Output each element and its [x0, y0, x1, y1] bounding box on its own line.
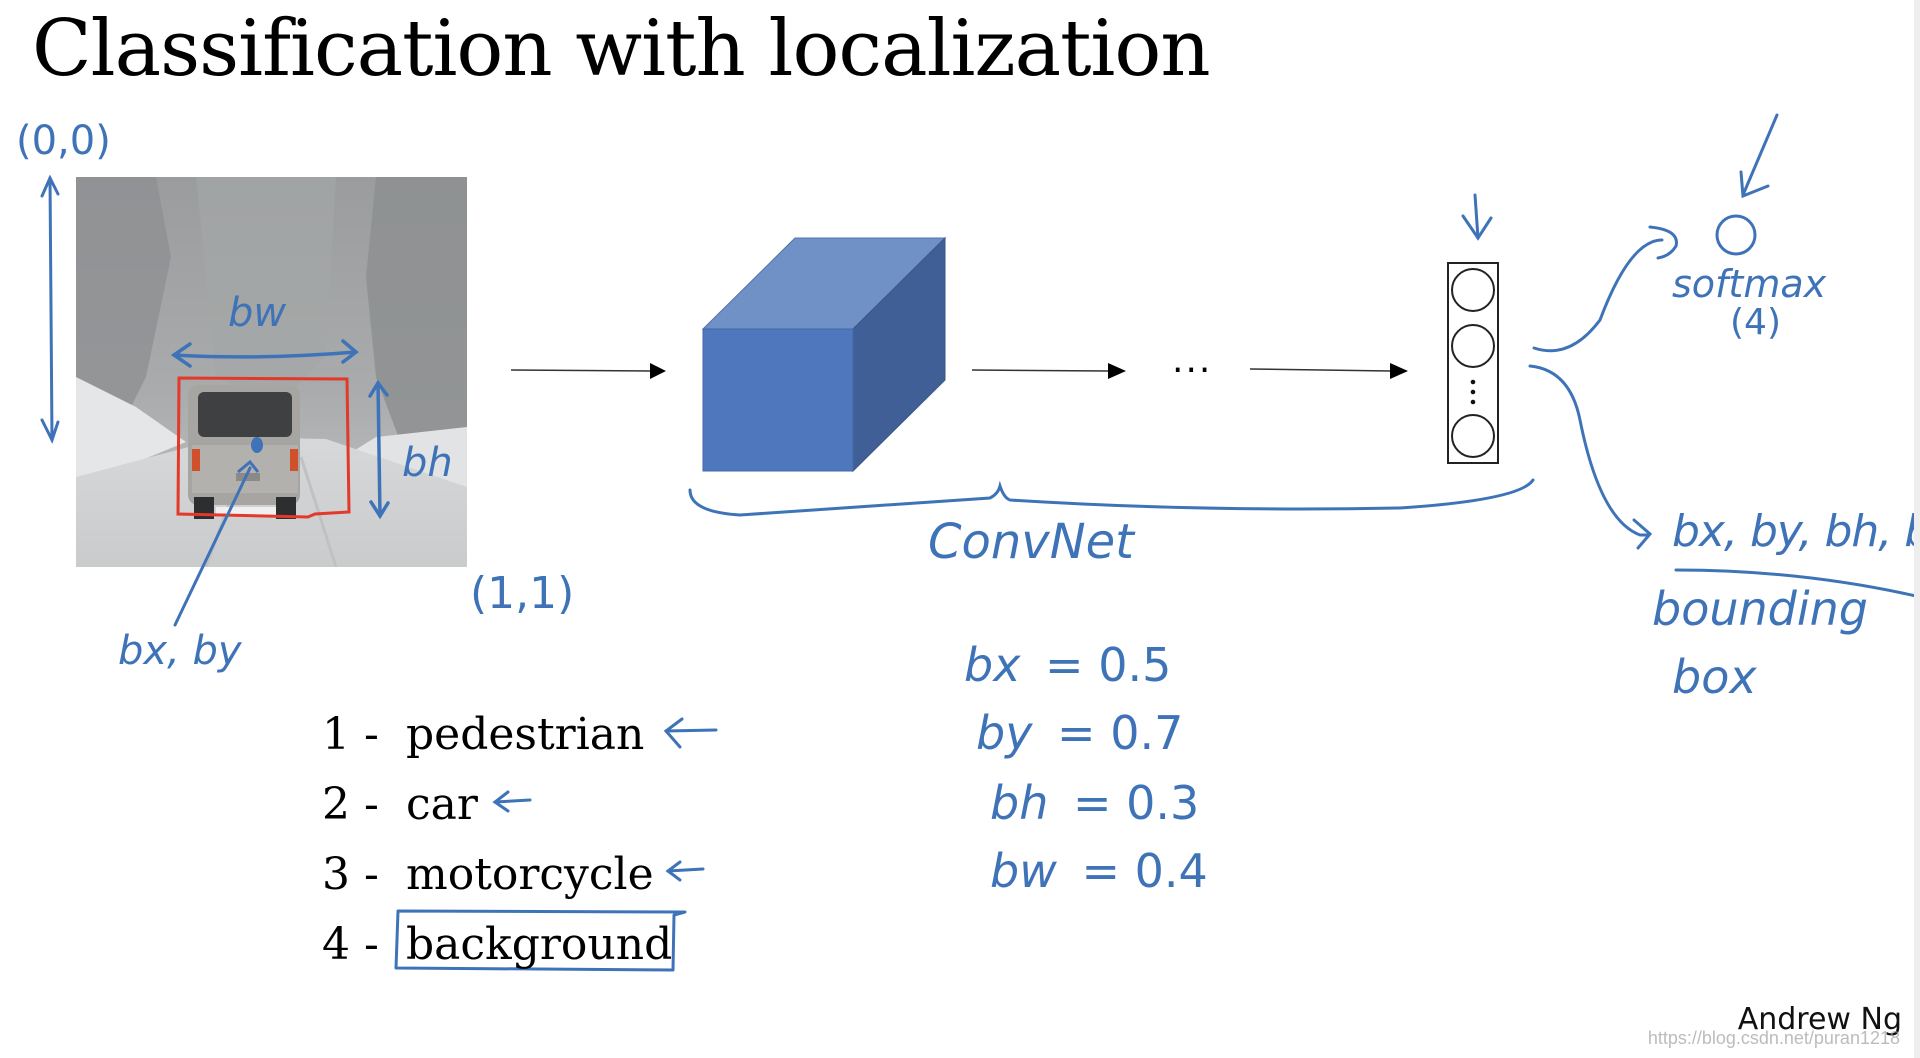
network-ellipsis: ...	[1172, 340, 1213, 381]
fc-layer-box	[1447, 262, 1499, 464]
conv-volume-cube	[701, 236, 947, 473]
class-item: 2 - car	[322, 770, 672, 840]
bbox-value-row: bw = 0.4	[990, 844, 1208, 898]
slide-right-edge	[1914, 0, 1920, 1058]
convnet-label: ConvNet	[928, 514, 1134, 570]
bbox-value-row: bx = 0.5	[964, 638, 1182, 692]
class-item: 3 - motorcycle	[322, 840, 672, 910]
bbox-values: bx = 0.5 by = 0.7 bh = 0.3 bw = 0.4	[964, 638, 1208, 898]
fc-layer	[1447, 262, 1499, 464]
bbox-value-row: bh = 0.3	[990, 776, 1208, 830]
class-number: 3 -	[322, 849, 379, 900]
bbox-value-label: by	[976, 706, 1033, 760]
class-list: 1 - pedestrian 2 - car 3 - motorcycle 4 - ba…	[322, 700, 672, 980]
vertical-axis-arrow	[40, 174, 60, 444]
class-item: 1 - pedestrian	[322, 700, 672, 770]
fc-down-arrow	[1461, 193, 1493, 241]
bbox-value-label: bx	[964, 638, 1021, 692]
fc-to-bbox-curve	[1528, 364, 1653, 550]
center-pointer-line	[173, 466, 252, 627]
arrow-cube-to-ellipsis	[971, 363, 1126, 379]
arrow-ellipsis-to-fc	[1249, 363, 1408, 379]
height-arrow	[368, 379, 390, 520]
center-label: bx, by	[118, 628, 242, 674]
pedestrian-arrow	[664, 728, 718, 733]
softmax-pointer-arrow	[1739, 113, 1779, 199]
class-name: pedestrian	[406, 709, 645, 760]
cube-front-face	[702, 328, 854, 472]
bbox-value-label: bw	[990, 844, 1057, 898]
origin-label: (0,0)	[16, 118, 111, 164]
bbox-params: bx, by, bh, bw	[1672, 506, 1920, 557]
class-number: 2 -	[322, 779, 379, 830]
bbox-value-row: by = 0.7	[976, 706, 1194, 760]
arrow-image-to-cube	[510, 363, 666, 379]
bbox-value-eq: = 0.4	[1081, 844, 1208, 898]
bounding-box-red	[176, 376, 351, 519]
class-name: background	[406, 919, 673, 970]
height-label: bh	[402, 440, 453, 486]
center-point	[251, 437, 263, 453]
fc-neuron	[1451, 268, 1495, 312]
motorcycle-arrow	[666, 867, 705, 873]
class-item: 4 - background	[322, 910, 672, 980]
class-name: motorcycle	[406, 849, 654, 900]
bbox-value-label: bh	[990, 776, 1049, 830]
softmax-output-node	[1715, 214, 1757, 256]
width-arrow	[170, 339, 359, 368]
class-number: 4 -	[322, 919, 379, 970]
watermark-url: https://blog.csdn.net/puran1218	[1647, 1028, 1900, 1048]
width-label: bw	[228, 290, 287, 336]
bbox-value-eq: = 0.3	[1072, 776, 1200, 830]
class-number: 1 -	[322, 709, 379, 760]
bbox-value-eq: = 0.7	[1057, 706, 1184, 760]
bbox-value-eq: = 0.5	[1045, 638, 1172, 692]
softmax-count: (4)	[1730, 302, 1781, 343]
class-name: car	[406, 779, 478, 830]
bbox-label-line1: bounding	[1652, 582, 1868, 636]
fc-to-softmax-curve	[1532, 225, 1678, 353]
softmax-label: softmax	[1672, 262, 1827, 306]
bbox-label-line2: box	[1672, 650, 1757, 704]
fc-neuron	[1451, 414, 1495, 458]
fc-neuron	[1451, 324, 1495, 368]
fc-vertical-ellipsis	[1470, 379, 1476, 405]
convnet-brace	[688, 478, 1535, 517]
corner-label: (1,1)	[470, 568, 575, 619]
